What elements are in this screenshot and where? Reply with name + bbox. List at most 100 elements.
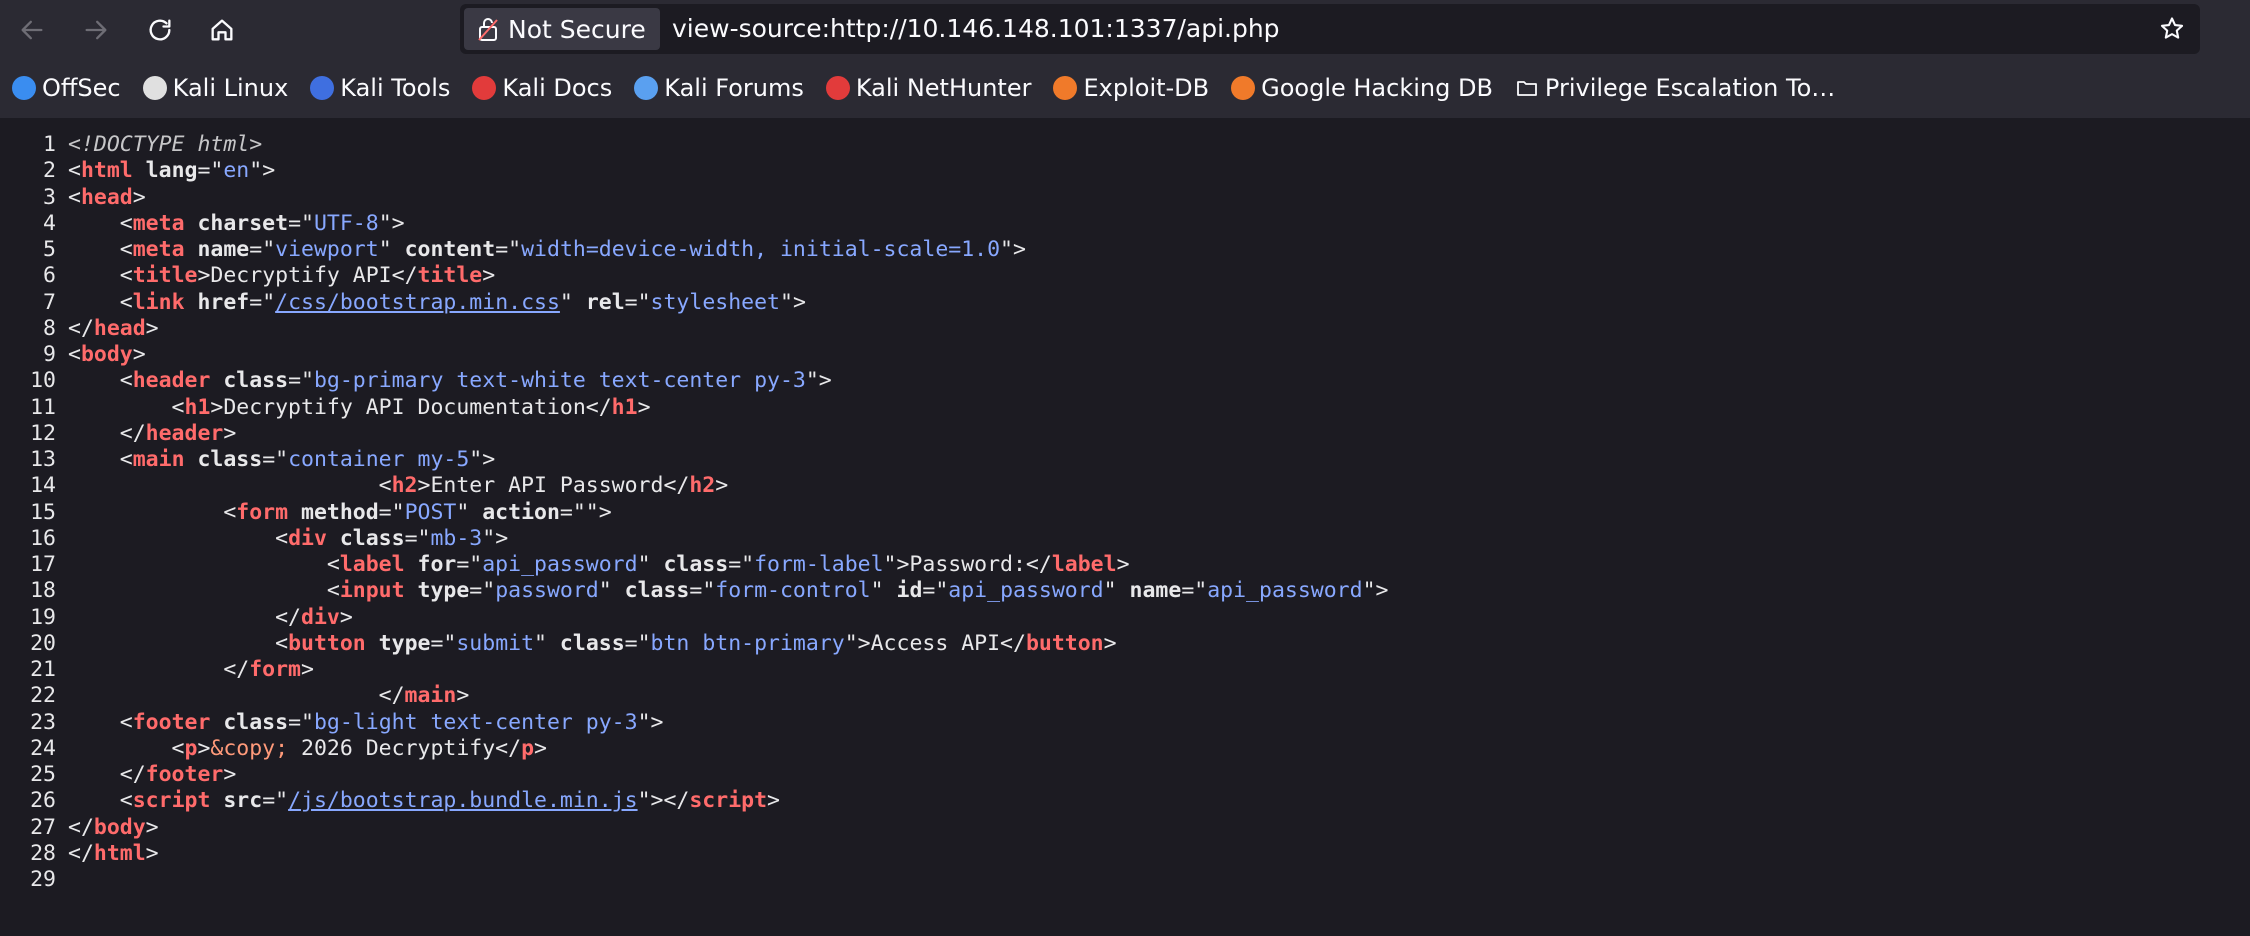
ghdb-icon [1231, 76, 1256, 100]
line-content: </main> [68, 683, 470, 709]
star-icon[interactable] [2158, 15, 2186, 43]
bookmark-item[interactable]: Google Hacking DB [1231, 74, 1493, 102]
bookmark-label: Google Hacking DB [1261, 74, 1493, 102]
source-token: api_password [1207, 578, 1363, 604]
source-token: html [80, 158, 133, 184]
source-token: class [326, 525, 405, 551]
source-link[interactable]: /css/bootstrap.min.css [275, 290, 560, 315]
reload-button[interactable] [140, 10, 180, 50]
source-token: > [223, 762, 237, 787]
source-token: > [145, 814, 159, 840]
kali-tools-icon [310, 76, 335, 100]
source-token: =" [624, 630, 651, 656]
line-number: 9 [43, 342, 56, 367]
forward-button[interactable] [76, 10, 116, 50]
source-line: 15 <form method="POST" action=""> [0, 500, 1388, 526]
source-token: class [611, 578, 690, 604]
source-token: < [68, 473, 392, 499]
line-content: <script src="/js/bootstrap.bundle.min.js… [68, 788, 780, 814]
source-token: src [210, 788, 263, 814]
source-token: "> [1000, 237, 1026, 262]
back-button[interactable] [12, 10, 52, 50]
line-content: <button type="submit" class="btn btn-pri… [68, 630, 1117, 657]
line-number: 28 [30, 840, 56, 866]
bookmark-label: Privilege Escalation To… [1544, 74, 1836, 102]
bookmark-item[interactable]: Kali Forums [634, 74, 804, 102]
source-token: " [559, 289, 573, 315]
source-token: header [145, 420, 224, 446]
source-line: 3 <head> [0, 185, 1388, 211]
bookmark-item[interactable]: Kali Linux [142, 74, 288, 102]
source-token: =" [456, 552, 483, 577]
source-token: >Decryptify API Documentation</ [210, 394, 612, 420]
source-token: > [145, 840, 159, 866]
site-security-button[interactable]: Not Secure [464, 8, 660, 50]
bookmark-item[interactable]: OffSec [12, 74, 121, 102]
source-token: "></ [637, 788, 690, 814]
source-token: viewport [275, 237, 379, 262]
source-token: ">Password:</ [883, 552, 1052, 577]
address-bar[interactable]: Not Secure view-source:http://10.146.148… [460, 4, 2200, 54]
source-code: 1 <!DOCTYPE html> 2 <html lang="en"> 3 <head>… [0, 132, 1388, 893]
source-token: bg-light text-center py-3 [313, 709, 638, 735]
source-token: POST [404, 499, 457, 525]
source-token: < [68, 788, 133, 814]
line-content: <h2>Enter API Password</h2> [68, 473, 729, 499]
source-token: h1 [184, 394, 211, 420]
source-token: <!DOCTYPE html> [68, 132, 263, 157]
source-line: 26 <script src="/js/bootstrap.bundle.min… [0, 788, 1388, 814]
line-content: </body> [68, 815, 159, 841]
bookmarks-toolbar: OffSec Kali Linux Kali Tools Kali Docs Kali … [0, 58, 2250, 118]
source-token: </ [68, 840, 94, 866]
source-token: method [288, 499, 379, 525]
bookmark-item[interactable]: Privilege Escalation To… [1515, 74, 1835, 102]
source-token: < [68, 552, 340, 577]
source-token: > [1103, 630, 1117, 656]
line-content: <main class="container my-5"> [68, 447, 495, 473]
line-number: 6 [43, 263, 56, 289]
bookmark-item[interactable]: Kali NetHunter [825, 74, 1032, 102]
source-token: > [132, 342, 146, 367]
line-number: 5 [43, 237, 56, 262]
line-content: <header class="bg-primary text-white tex… [68, 368, 832, 394]
bookmark-item[interactable]: Kali Tools [310, 74, 450, 102]
source-line: 19 </div> [0, 605, 1388, 631]
source-token: < [68, 158, 81, 184]
home-button[interactable] [202, 10, 242, 50]
line-content: </div> [68, 605, 353, 631]
source-token: "> [1362, 578, 1389, 604]
source-token: form [236, 499, 289, 525]
source-line: 6 <title>Decryptify API</title> [0, 263, 1388, 289]
source-token: </ [68, 420, 146, 446]
source-token: ">Access API</ [844, 630, 1026, 656]
source-token: class [210, 709, 289, 735]
line-number: 22 [30, 683, 56, 709]
source-token: class [546, 630, 625, 656]
source-token: header [132, 368, 211, 394]
source-token: footer [132, 709, 211, 735]
source-line: 11 <h1>Decryptify API Documentation</h1> [0, 395, 1388, 421]
source-token: "> [780, 289, 806, 315]
bookmark-item[interactable]: Exploit-DB [1053, 74, 1209, 102]
url-text[interactable]: view-source:http://10.146.148.101:1337/a… [672, 4, 1280, 54]
source-token: "> [249, 158, 276, 184]
source-line: 25 </footer> [0, 762, 1388, 788]
line-content: <label for="api_password" class="form-la… [68, 552, 1130, 578]
line-number: 14 [30, 473, 56, 499]
source-link[interactable]: /js/bootstrap.bundle.min.js [288, 788, 638, 813]
line-number: 29 [30, 867, 56, 892]
bookmark-label: Kali NetHunter [855, 74, 1032, 102]
source-token: > [482, 263, 496, 289]
source-line: 27 </body> [0, 815, 1388, 841]
source-token: < [68, 525, 289, 551]
bookmark-item[interactable]: Kali Docs [472, 74, 612, 102]
security-label: Not Secure [508, 14, 646, 44]
kali-forums-icon [634, 76, 659, 100]
source-token: > [767, 788, 780, 814]
source-line: 20 <button type="submit" class="btn btn-… [0, 631, 1388, 657]
source-token: > [197, 735, 211, 761]
source-token: < [68, 184, 81, 210]
line-number: 15 [30, 499, 56, 525]
source-token: type [365, 630, 431, 656]
source-token: =""> [559, 499, 612, 525]
